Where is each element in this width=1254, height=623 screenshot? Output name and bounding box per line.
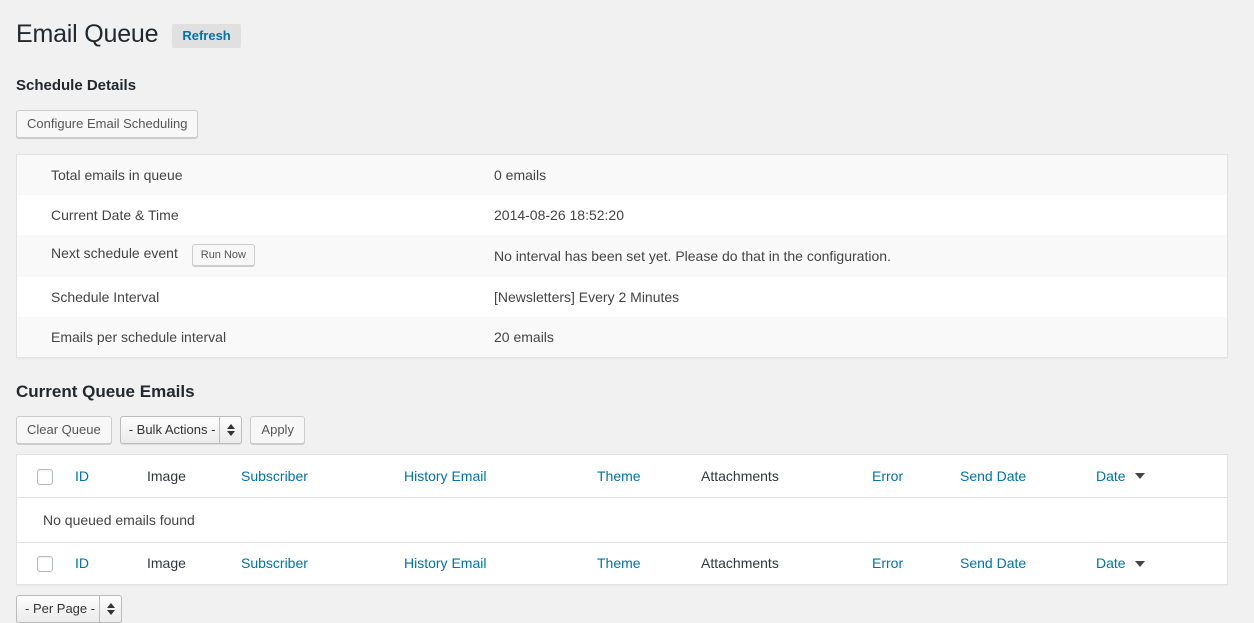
schedule-row-value: 20 emails — [494, 316, 1228, 357]
sort-link-date-footer[interactable]: Date — [1096, 555, 1126, 571]
sort-link-error[interactable]: Error — [872, 468, 903, 484]
sort-link-subscriber-footer[interactable]: Subscriber — [241, 555, 308, 571]
sort-link-id[interactable]: ID — [75, 468, 89, 484]
bulk-actions-selected-value: - Bulk Actions - — [128, 422, 216, 438]
schedule-row: Total emails in queue 0 emails — [16, 154, 1228, 195]
schedule-row-label: Emails per schedule interval — [51, 328, 227, 345]
column-footer-error: Error — [872, 541, 960, 585]
schedule-row-label: Total emails in queue — [51, 166, 183, 183]
chevron-updown-icon — [225, 422, 236, 438]
empty-state-message: No queued emails found — [16, 497, 1228, 543]
page-title-row: Email Queue Refresh — [16, 10, 1238, 57]
schedule-row-value: [Newsletters] Every 2 Minutes — [494, 276, 1228, 317]
admin-page-wrap: Email Queue Refresh Schedule Details Con… — [0, 0, 1254, 623]
column-footer-subscriber: Subscriber — [241, 541, 404, 585]
chevron-down-icon — [106, 609, 115, 615]
column-footer-id: ID — [75, 541, 147, 585]
sort-link-theme[interactable]: Theme — [597, 468, 641, 484]
column-header-send-date: Send Date — [960, 454, 1096, 498]
column-footer-history-email: History Email — [404, 541, 597, 585]
column-footer-theme: Theme — [597, 541, 701, 585]
schedule-row-label: Schedule Interval — [51, 288, 160, 305]
sort-link-date[interactable]: Date — [1096, 468, 1126, 484]
schedule-row-label: Next schedule event — [51, 244, 178, 261]
schedule-details-body: Total emails in queue 0 emails Current D… — [16, 154, 1228, 357]
schedule-details-heading: Schedule Details — [16, 76, 137, 94]
column-header-theme: Theme — [597, 454, 701, 498]
schedule-row-value: 0 emails — [494, 154, 1228, 195]
table-footer-row: ID Image Subscriber History Email Theme … — [16, 541, 1228, 585]
page-title: Email Queue — [16, 20, 159, 48]
queue-table-foot: ID Image Subscriber History Email Theme … — [16, 541, 1228, 585]
schedule-row-label: Current Date & Time — [51, 206, 179, 223]
column-header-error: Error — [872, 454, 960, 498]
select-all-header — [16, 454, 75, 498]
per-page-selected-value: - Per Page - — [25, 600, 96, 616]
schedule-row: Current Date & Time 2014-08-26 18:52:20 — [16, 194, 1228, 235]
sort-link-subscriber[interactable]: Subscriber — [241, 468, 308, 484]
schedule-row-label-cell: Next schedule event Run Now — [16, 234, 494, 277]
clear-queue-button[interactable]: Clear Queue — [16, 416, 112, 445]
select-separator — [219, 417, 221, 444]
chevron-up-icon — [226, 424, 235, 430]
column-footer-send-date: Send Date — [960, 541, 1096, 585]
column-header-date: Date — [1096, 454, 1228, 498]
sort-link-send-date[interactable]: Send Date — [960, 468, 1026, 484]
schedule-row: Schedule Interval [Newsletters] Every 2 … — [16, 276, 1228, 317]
schedule-row-label-cell: Total emails in queue — [16, 154, 494, 195]
chevron-up-icon — [106, 602, 115, 608]
empty-state-row: No queued emails found — [16, 497, 1228, 543]
select-all-checkbox[interactable] — [37, 468, 53, 485]
select-all-footer-header — [16, 541, 75, 585]
column-header-id: ID — [75, 454, 147, 498]
schedule-row-value: No interval has been set yet. Please do … — [494, 234, 1228, 277]
per-page-row: - Per Page - — [16, 594, 1238, 623]
column-header-attachments: Attachments — [701, 454, 872, 498]
sort-desc-icon-footer — [1135, 560, 1146, 567]
schedule-row: Next schedule event Run Now No interval … — [16, 234, 1228, 277]
chevron-down-icon — [226, 431, 235, 437]
schedule-row-label-cell: Current Date & Time — [16, 194, 494, 235]
bulk-actions-select[interactable]: - Bulk Actions - — [119, 416, 243, 445]
schedule-row-label-cell: Emails per schedule interval — [16, 316, 494, 357]
refresh-button[interactable]: Refresh — [172, 24, 241, 49]
column-footer-image: Image — [147, 541, 241, 585]
queue-toolbar: Clear Queue - Bulk Actions - Apply — [16, 416, 1238, 445]
per-page-select[interactable]: - Per Page - — [16, 594, 123, 623]
sort-desc-icon — [1135, 473, 1146, 480]
column-footer-date: Date — [1096, 541, 1228, 585]
column-header-image: Image — [147, 454, 241, 498]
sort-link-history-email[interactable]: History Email — [404, 468, 486, 484]
select-separator — [99, 595, 101, 622]
run-now-button[interactable]: Run Now — [191, 243, 255, 266]
schedule-row-value: 2014-08-26 18:52:20 — [494, 194, 1228, 235]
schedule-row: Emails per schedule interval 20 emails — [16, 316, 1228, 357]
sort-link-id-footer[interactable]: ID — [75, 555, 89, 571]
schedule-details-table: Total emails in queue 0 emails Current D… — [16, 153, 1228, 358]
configure-email-scheduling-button[interactable]: Configure Email Scheduling — [16, 109, 199, 138]
sort-link-send-date-footer[interactable]: Send Date — [960, 555, 1026, 571]
column-footer-attachments: Attachments — [701, 541, 872, 585]
queue-table-body: No queued emails found — [16, 497, 1228, 543]
schedule-row-label-cell: Schedule Interval — [16, 276, 494, 317]
select-all-checkbox-footer[interactable] — [37, 555, 53, 572]
chevron-updown-icon — [105, 601, 116, 617]
queue-table-head: ID Image Subscriber History Email Theme … — [16, 454, 1228, 498]
sort-link-history-email-footer[interactable]: History Email — [404, 555, 486, 571]
column-header-subscriber: Subscriber — [241, 454, 404, 498]
column-header-history-email: History Email — [404, 454, 597, 498]
sort-link-error-footer[interactable]: Error — [872, 555, 903, 571]
queue-emails-table: ID Image Subscriber History Email Theme … — [16, 454, 1228, 585]
table-header-row: ID Image Subscriber History Email Theme … — [16, 454, 1228, 498]
sort-link-theme-footer[interactable]: Theme — [597, 555, 641, 571]
apply-button[interactable]: Apply — [250, 416, 305, 445]
current-queue-emails-heading: Current Queue Emails — [16, 381, 195, 401]
